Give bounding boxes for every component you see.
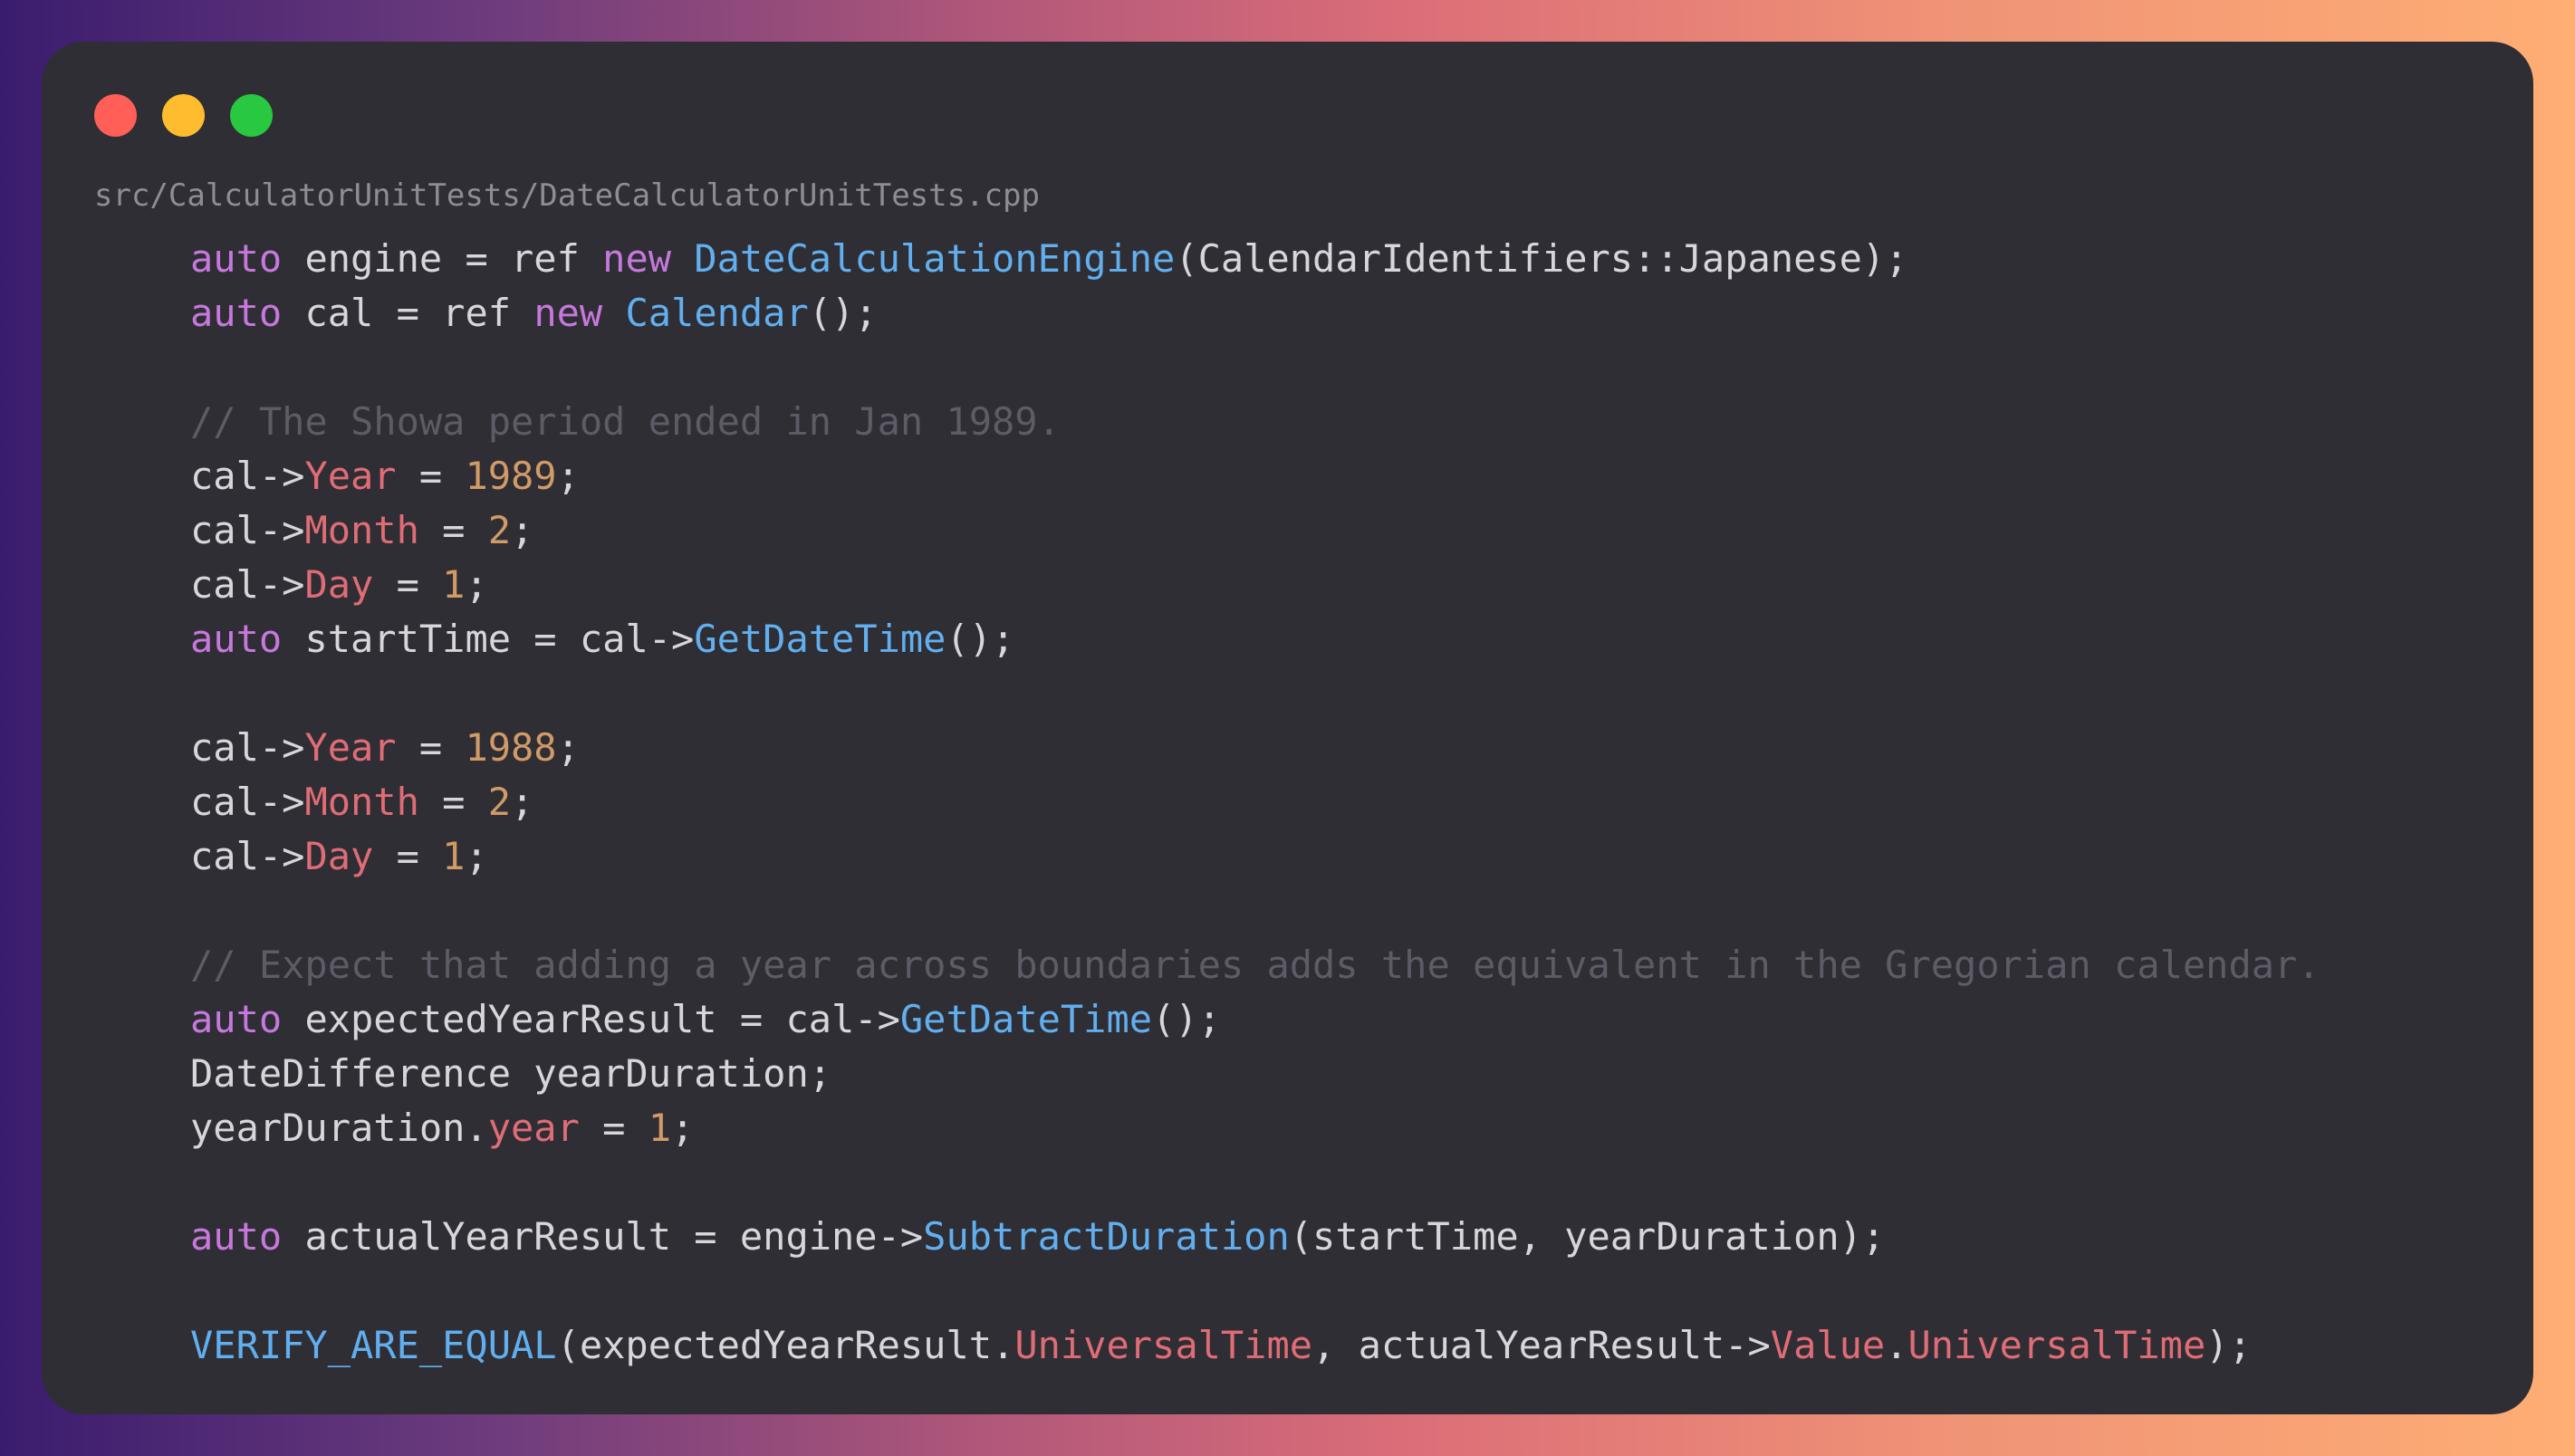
code-line: auto cal = ref new Calendar(); bbox=[190, 286, 2497, 340]
text-token: cal = ref bbox=[282, 291, 534, 335]
code-line: VERIFY_ARE_EQUAL(expectedYearResult.Univ… bbox=[190, 1318, 2497, 1373]
text-token: ; bbox=[511, 780, 534, 824]
text-token: ; bbox=[465, 834, 488, 878]
code-line: auto actualYearResult = engine->Subtract… bbox=[190, 1210, 2497, 1264]
text-token: yearDuration. bbox=[190, 1106, 488, 1150]
comment-token: // The Showa period ended in Jan 1989. bbox=[190, 399, 1061, 444]
text-token: = bbox=[373, 834, 443, 878]
code-line: cal->Day = 1; bbox=[190, 558, 2497, 612]
text-token: cal-> bbox=[190, 454, 305, 498]
code-line: yearDuration.year = 1; bbox=[190, 1101, 2497, 1155]
code-line: // The Showa period ended in Jan 1989. bbox=[190, 395, 2497, 449]
text-token: ; bbox=[465, 562, 488, 607]
file-path: src/CalculatorUnitTests/DateCalculatorUn… bbox=[94, 177, 1040, 214]
text-token: = bbox=[396, 454, 466, 498]
code-line: cal->Year = 1989; bbox=[190, 449, 2497, 503]
text-token: DateDifference yearDuration; bbox=[190, 1051, 832, 1096]
function-token: VERIFY_ARE_EQUAL bbox=[190, 1323, 557, 1367]
code-line: cal->Month = 2; bbox=[190, 503, 2497, 558]
text-token: (expectedYearResult. bbox=[556, 1323, 1015, 1367]
text-token: cal-> bbox=[190, 834, 305, 878]
text-token: (startTime, yearDuration); bbox=[1289, 1214, 1886, 1259]
text-token: (); bbox=[1152, 997, 1221, 1041]
text-token: engine = ref bbox=[282, 236, 603, 281]
property-token: Day bbox=[304, 834, 374, 878]
text-token: cal-> bbox=[190, 508, 305, 552]
keyword-token: new bbox=[602, 236, 672, 281]
number-token: 1989 bbox=[465, 454, 557, 498]
property-token: UniversalTime bbox=[1907, 1323, 2206, 1367]
text-token: ); bbox=[2205, 1323, 2252, 1367]
text-token: ; bbox=[511, 508, 534, 552]
text-token: . bbox=[1885, 1323, 1908, 1367]
function-token: GetDateTime bbox=[899, 997, 1153, 1041]
zoom-dot-icon[interactable] bbox=[230, 94, 273, 137]
text-token: , actualYearResult-> bbox=[1312, 1323, 1771, 1367]
text-token: = bbox=[418, 508, 488, 552]
code-line: cal->Month = 2; bbox=[190, 775, 2497, 829]
code-line: cal->Year = 1988; bbox=[190, 721, 2497, 775]
code-line: auto expectedYearResult = cal->GetDateTi… bbox=[190, 992, 2497, 1047]
text-token: (); bbox=[808, 291, 878, 335]
keyword-token: auto bbox=[190, 236, 283, 281]
close-dot-icon[interactable] bbox=[94, 94, 137, 137]
text-token: cal-> bbox=[190, 725, 305, 770]
text-token: = bbox=[418, 780, 488, 824]
keyword-token: auto bbox=[190, 997, 283, 1041]
keyword-token: new bbox=[533, 291, 603, 335]
text-token: cal-> bbox=[190, 562, 305, 607]
function-token: GetDateTime bbox=[694, 617, 946, 661]
property-token: UniversalTime bbox=[1014, 1323, 1313, 1367]
number-token: 1 bbox=[442, 834, 466, 878]
keyword-token: auto bbox=[190, 617, 283, 661]
comment-token: // Expect that adding a year across boun… bbox=[190, 943, 2320, 987]
code-line: // Expect that adding a year across boun… bbox=[190, 938, 2497, 992]
code-line: auto engine = ref new DateCalculationEng… bbox=[190, 232, 2497, 286]
text-token: = bbox=[396, 725, 466, 770]
text-token: ; bbox=[556, 454, 580, 498]
number-token: 2 bbox=[487, 508, 512, 552]
property-token: year bbox=[487, 1106, 580, 1150]
function-token: SubtractDuration bbox=[923, 1214, 1290, 1259]
number-token: 1 bbox=[648, 1106, 672, 1150]
function-token: DateCalculationEngine bbox=[694, 236, 1176, 281]
number-token: 1988 bbox=[465, 725, 557, 770]
function-token: Calendar bbox=[625, 291, 809, 335]
code-window: src/CalculatorUnitTests/DateCalculatorUn… bbox=[42, 42, 2533, 1414]
text-token: ; bbox=[556, 725, 580, 770]
number-token: 2 bbox=[487, 780, 512, 824]
text-token: = bbox=[579, 1106, 649, 1150]
text-token: ; bbox=[671, 1106, 695, 1150]
property-token: Month bbox=[304, 508, 419, 552]
keyword-token: auto bbox=[190, 1214, 283, 1259]
number-token: 1 bbox=[442, 562, 466, 607]
code-line: auto startTime = cal->GetDateTime(); bbox=[190, 612, 2497, 666]
code-line: DateDifference yearDuration; bbox=[190, 1047, 2497, 1101]
minimize-dot-icon[interactable] bbox=[162, 94, 205, 137]
property-token: Year bbox=[304, 454, 397, 498]
text-token: (); bbox=[946, 617, 1015, 661]
text-token: = bbox=[373, 562, 443, 607]
property-token: Month bbox=[304, 780, 419, 824]
text-token: (CalendarIdentifiers::Japanese); bbox=[1175, 236, 1908, 281]
text-token: cal-> bbox=[190, 780, 305, 824]
property-token: Value bbox=[1770, 1323, 1886, 1367]
text-token: expectedYearResult = cal-> bbox=[282, 997, 900, 1041]
text-token: startTime = cal-> bbox=[282, 617, 695, 661]
property-token: Year bbox=[304, 725, 397, 770]
code-block[interactable]: auto engine = ref new DateCalculationEng… bbox=[190, 232, 2497, 1373]
window-controls bbox=[94, 94, 273, 137]
text-token: actualYearResult = engine-> bbox=[282, 1214, 924, 1259]
keyword-token: auto bbox=[190, 291, 283, 335]
code-line: cal->Day = 1; bbox=[190, 829, 2497, 884]
property-token: Day bbox=[304, 562, 374, 607]
